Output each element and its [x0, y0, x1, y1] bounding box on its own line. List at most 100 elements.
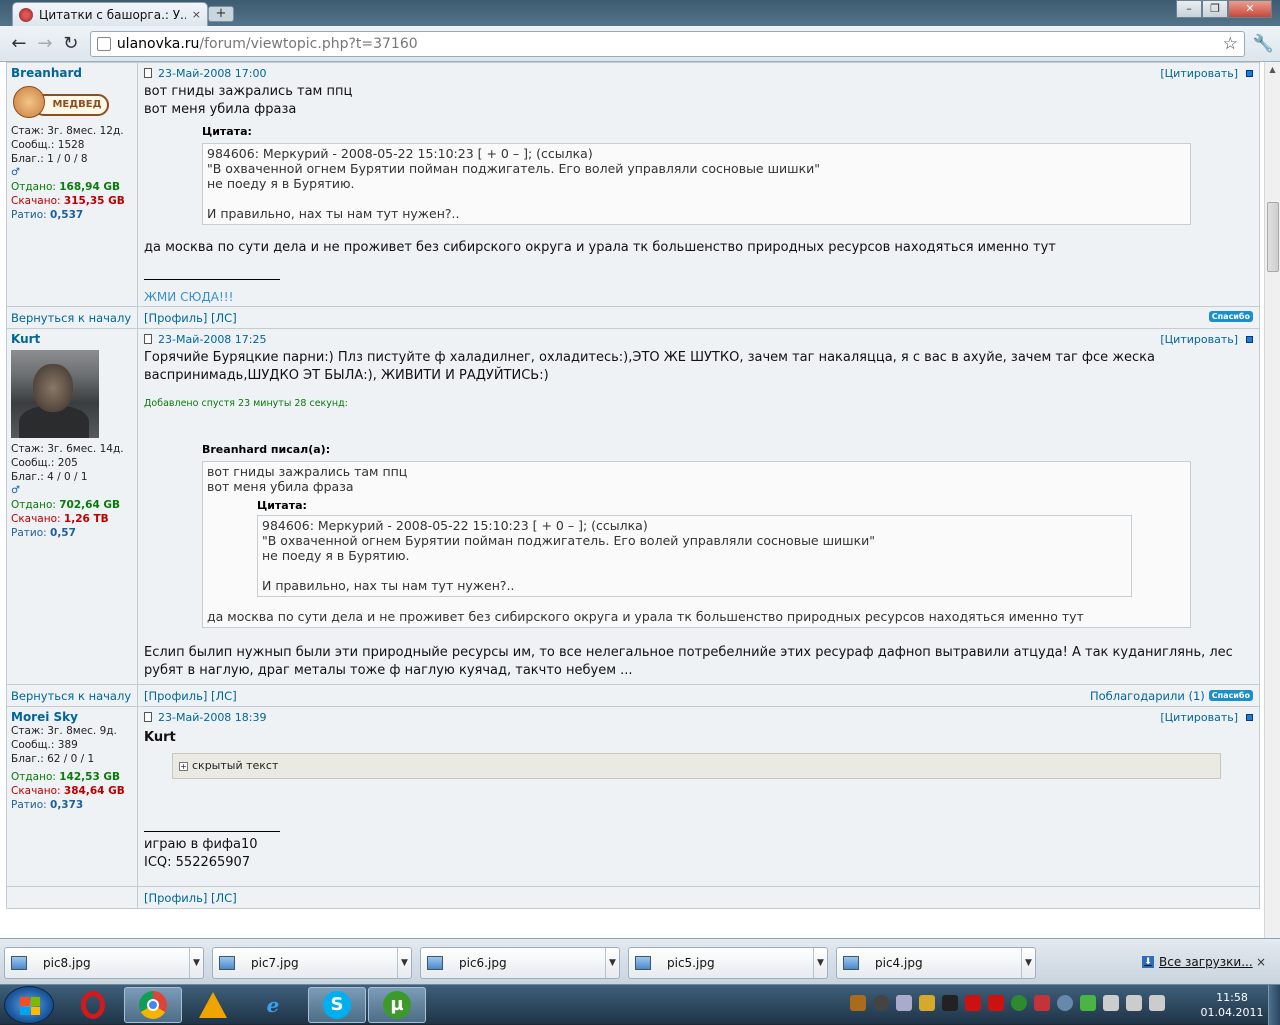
- tray-app-icon[interactable]: [873, 995, 889, 1011]
- signature-link[interactable]: ЖМИ СЮДА!!!: [144, 288, 1253, 306]
- select-icon[interactable]: [1246, 335, 1253, 343]
- post-date[interactable]: 23-Май-2008 18:39: [158, 711, 267, 724]
- network-icon[interactable]: [1126, 995, 1142, 1011]
- skype-icon[interactable]: S: [308, 987, 366, 1023]
- post-footer-row: [Профиль] [ЛС]: [6, 886, 1260, 909]
- tray-app-icon[interactable]: [942, 995, 958, 1011]
- author-name[interactable]: Kurt: [11, 332, 133, 346]
- tray-app-icon[interactable]: [1080, 995, 1096, 1011]
- tray-app-icon[interactable]: [896, 995, 912, 1011]
- download-item[interactable]: pic7.jpg ▼: [212, 947, 412, 979]
- all-downloads-label[interactable]: Все загрузки...: [1159, 955, 1253, 969]
- dropdown-arrow-icon[interactable]: ▼: [813, 948, 827, 978]
- start-button[interactable]: [4, 986, 54, 1024]
- downloaded-label: Скачано:: [11, 195, 61, 207]
- post-cell: 23-Май-2008 18:39 [Цитировать] Kurt + ск…: [137, 706, 1260, 887]
- new-tab-button[interactable]: +: [208, 6, 234, 22]
- post-line: вот меня убила фраза: [144, 102, 297, 117]
- profile-link[interactable]: [Профиль]: [144, 311, 207, 325]
- profile-pm-link[interactable]: [Профиль] [ЛС]: [144, 891, 237, 905]
- close-downloads-icon[interactable]: ×: [1256, 955, 1266, 969]
- posts-table: Breanhard МЕДВЕД Стаж: 3г. 8мес. 12д. Со…: [6, 62, 1260, 909]
- page-icon: [96, 36, 111, 51]
- chrome-icon[interactable]: [124, 987, 182, 1023]
- restore-icon[interactable]: ❐: [1202, 0, 1228, 18]
- internet-explorer-icon[interactable]: e: [244, 987, 302, 1023]
- author-name[interactable]: Morei Sky: [11, 710, 133, 724]
- address-bar[interactable]: ulanovka.ru/forum/viewtopic.php?t=37160 …: [89, 30, 1245, 57]
- clock[interactable]: 11:58 01.04.2011: [1200, 990, 1264, 1020]
- post-date[interactable]: 23-Май-2008 17:25: [158, 333, 267, 346]
- ati-icon[interactable]: [988, 995, 1004, 1011]
- male-icon: ♂: [11, 167, 20, 178]
- thanks-button[interactable]: Спасибо: [1208, 690, 1253, 701]
- expand-icon[interactable]: +: [179, 761, 188, 771]
- flag-icon[interactable]: [1103, 995, 1119, 1011]
- volume-icon[interactable]: [1149, 995, 1165, 1011]
- post-date[interactable]: 23-Май-2008 17:00: [158, 67, 267, 80]
- post-icon: [144, 334, 152, 344]
- select-icon[interactable]: [1246, 713, 1253, 721]
- author-blag: Благ.: 4 / 0 / 1: [11, 471, 88, 483]
- tray-app-icon[interactable]: [1057, 995, 1073, 1011]
- download-item[interactable]: pic8.jpg ▼: [4, 947, 204, 979]
- quote-button[interactable]: [Цитировать]: [1160, 333, 1238, 346]
- author-cell: Kurt Стаж: 3г. 6мес. 14д. Сообщ.: 205 Бл…: [6, 328, 138, 685]
- wrench-menu-icon[interactable]: 🔧: [1253, 34, 1274, 54]
- tab-strip: Цитатки с башорга.: У... × + – ❐ ✕: [0, 0, 1280, 26]
- close-window-icon[interactable]: ✕: [1228, 0, 1272, 18]
- utorrent-tray-icon[interactable]: [1011, 995, 1027, 1011]
- pm-link[interactable]: [ЛС]: [211, 311, 237, 325]
- dropdown-arrow-icon[interactable]: ▼: [605, 948, 619, 978]
- quote-button[interactable]: [Цитировать]: [1160, 67, 1238, 80]
- tray-app-icon[interactable]: [919, 995, 935, 1011]
- utorrent-icon[interactable]: µ: [368, 987, 426, 1023]
- signature-line: ICQ: 552265907: [144, 855, 251, 870]
- download-item[interactable]: pic5.jpg ▼: [628, 947, 828, 979]
- back-to-top[interactable]: Вернуться к началу: [6, 684, 138, 707]
- image-file-icon: [11, 956, 27, 970]
- all-downloads-link[interactable]: ⬇ Все загрузки...: [1142, 955, 1253, 969]
- vertical-scrollbar[interactable]: ▲: [1264, 62, 1280, 938]
- post-text: Горячийе Буряцкие парни:) Плз пистуйте ф…: [144, 350, 1155, 383]
- opera-icon[interactable]: [64, 987, 122, 1023]
- back-to-top[interactable]: Вернуться к началу: [6, 306, 138, 329]
- dropdown-arrow-icon[interactable]: ▼: [1021, 948, 1035, 978]
- author-stazh: Стаж: 3г. 6мес. 14д.: [11, 443, 124, 455]
- download-item[interactable]: pic4.jpg ▼: [836, 947, 1036, 979]
- profile-link[interactable]: [Профиль]: [144, 689, 207, 703]
- forward-icon[interactable]: →: [32, 33, 58, 54]
- browser-tab[interactable]: Цитатки с башорга.: У... ×: [12, 2, 208, 26]
- ati-icon[interactable]: [965, 995, 981, 1011]
- select-icon[interactable]: [1246, 69, 1253, 77]
- back-icon[interactable]: ←: [6, 33, 32, 54]
- minimize-icon[interactable]: –: [1176, 0, 1202, 18]
- scroll-thumb[interactable]: [1267, 202, 1279, 272]
- download-item[interactable]: pic6.jpg ▼: [420, 947, 620, 979]
- window-controls: – ❐ ✕: [1176, 0, 1272, 18]
- tab-close-icon[interactable]: ×: [192, 8, 201, 21]
- pm-link[interactable]: [ЛС]: [211, 689, 237, 703]
- author-cell: Morei Sky Стаж: 3г. 8мес. 9д. Сообщ.: 38…: [6, 706, 138, 887]
- author-name[interactable]: Breanhard: [11, 66, 133, 80]
- reload-icon[interactable]: ↻: [58, 33, 84, 54]
- nested-quote-box: 984606: Меркурий - 2008-05-22 15:10:23 […: [257, 515, 1132, 597]
- bookmark-star-icon[interactable]: ☆: [1223, 34, 1238, 54]
- thanked-count[interactable]: Поблагодарили (1): [1090, 689, 1205, 703]
- show-desktop-button[interactable]: [1268, 985, 1280, 1025]
- spoiler-label[interactable]: скрытый текст: [192, 757, 278, 775]
- back-to-top[interactable]: [6, 886, 138, 909]
- spoiler[interactable]: + скрытый текст: [172, 753, 1221, 779]
- post-header: 23-Май-2008 17:00 [Цитировать]: [144, 63, 1253, 83]
- aimp-icon[interactable]: [184, 987, 242, 1023]
- scroll-up-icon[interactable]: ▲: [1265, 62, 1280, 78]
- dropdown-arrow-icon[interactable]: ▼: [189, 948, 203, 978]
- tray-app-icon[interactable]: [850, 995, 866, 1011]
- dropdown-arrow-icon[interactable]: ▼: [397, 948, 411, 978]
- tray-app-icon[interactable]: [1034, 995, 1050, 1011]
- ratio-value: 0,373: [50, 799, 84, 811]
- uploaded-value: 702,64 GB: [59, 499, 121, 511]
- thanks-button[interactable]: Спасибо: [1208, 310, 1253, 322]
- post-header: 23-Май-2008 18:39 [Цитировать]: [144, 707, 1253, 727]
- quote-button[interactable]: [Цитировать]: [1160, 711, 1238, 724]
